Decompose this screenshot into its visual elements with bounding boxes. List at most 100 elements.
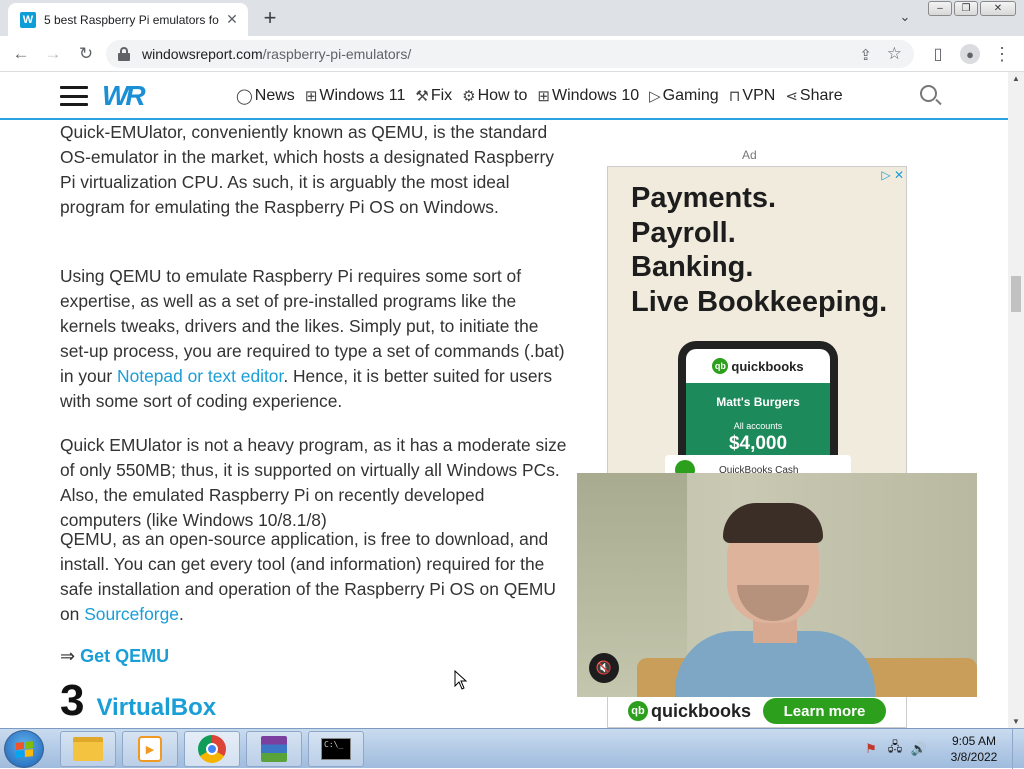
hamburger-menu-icon[interactable] xyxy=(60,86,88,106)
ad-headline-line: Payments. xyxy=(631,182,777,214)
wrench-icon: ⚒ xyxy=(415,88,429,105)
tab-title: 5 best Raspberry Pi emulators fo xyxy=(44,12,219,27)
phone-brand: qb quickbooks xyxy=(686,349,830,383)
gear-icon: ⚙ xyxy=(462,88,476,105)
action-center-flag-icon[interactable]: ⚑ xyxy=(862,741,880,757)
show-desktop-button[interactable] xyxy=(1012,729,1024,769)
lock-icon: ⊓ xyxy=(728,88,741,105)
bookmark-star-icon[interactable]: ☆ xyxy=(887,44,902,64)
scrollbar-thumb[interactable] xyxy=(1011,276,1021,312)
play-icon: ▷ xyxy=(649,88,661,105)
nav-label: News xyxy=(254,87,295,104)
get-qemu-row: ⇒ Get QEMU xyxy=(60,644,169,669)
window-close-button[interactable]: ✕ xyxy=(980,1,1016,16)
section-title-link[interactable]: VirtualBox xyxy=(96,695,216,720)
windows-logo-icon xyxy=(15,740,33,758)
ad-headline-line: Banking. xyxy=(631,251,754,283)
back-arrow-icon[interactable]: ← xyxy=(9,42,33,66)
windows-grid-icon: ⊞ xyxy=(537,88,550,105)
start-button[interactable] xyxy=(4,730,44,768)
paragraph: Quick-EMUlator, conveniently known as QE… xyxy=(60,122,554,217)
phone-company: Matt's Burgers xyxy=(716,395,800,409)
command-prompt-icon: C:\_ xyxy=(321,738,351,760)
winrar-icon xyxy=(261,736,287,762)
tab-search-chevron-icon[interactable]: ⌄ xyxy=(894,8,916,26)
get-qemu-link[interactable]: Get QEMU xyxy=(80,646,169,666)
nav-label: Gaming xyxy=(662,87,719,104)
paragraph: Quick EMUlator is not a heavy program, a… xyxy=(60,435,567,530)
nav-fix[interactable]: ⚒ Fix xyxy=(415,87,452,105)
reload-icon[interactable]: ↻ xyxy=(74,42,98,66)
clock[interactable]: 9:05 AM 3/8/2022 xyxy=(936,733,1012,765)
muted-speaker-icon[interactable]: 🔇 xyxy=(589,653,619,683)
nav-label: Windows 11 xyxy=(319,87,406,104)
profile-avatar-icon[interactable]: ● xyxy=(958,42,982,66)
video-person-hair xyxy=(723,503,823,543)
nav-gaming[interactable]: ▷ Gaming xyxy=(649,87,719,105)
site-favicon-icon: W xyxy=(20,11,36,28)
taskbar-media-player-button[interactable]: ▶ xyxy=(122,731,178,767)
url-path: /raspberry-pi-emulators/ xyxy=(262,46,412,62)
nav-windows-10[interactable]: ⊞ Windows 10 xyxy=(537,87,639,105)
nav-share[interactable]: ⋖ Share xyxy=(785,87,842,105)
phone-accounts: All accounts xyxy=(733,421,783,431)
chrome-icon xyxy=(198,735,226,763)
nav-how-to[interactable]: ⚙ How to xyxy=(462,87,527,105)
site-nav: ◯ News ⊞ Windows 11 ⚒ Fix ⚙ How to ⊞ Windows … xyxy=(236,72,853,120)
phone-brand-text: quickbooks xyxy=(731,358,804,374)
section-number: 3 xyxy=(60,676,85,725)
ad-headline: Payments. Payroll. Banking. Live Bookkee… xyxy=(631,181,887,319)
ad-headline-line: Live Bookkeeping. xyxy=(631,285,888,318)
browser-tab[interactable]: W 5 best Raspberry Pi emulators fo ✕ xyxy=(8,3,248,36)
tab-strip: W 5 best Raspberry Pi emulators fo ✕ + ⌄… xyxy=(0,0,1024,36)
share-icon: ⋖ xyxy=(785,88,798,105)
volume-icon[interactable]: 🔊 xyxy=(910,741,928,757)
window-minimize-button[interactable]: – xyxy=(928,1,952,16)
scroll-up-arrow-icon[interactable]: ▲ xyxy=(1012,74,1020,83)
ad-logo-text: quickbooks xyxy=(651,700,752,721)
quickbooks-logo-icon: qb xyxy=(628,701,648,721)
share-page-icon[interactable]: ⇪ xyxy=(859,46,872,64)
media-player-icon: ▶ xyxy=(138,736,162,762)
network-icon[interactable]: 🖧 xyxy=(886,739,904,757)
url-host: windowsreport.com xyxy=(142,46,263,62)
page-viewport: WR ◯ News ⊞ Windows 11 ⚒ Fix ⚙ How to ⊞ Windo… xyxy=(0,72,1008,728)
lock-icon[interactable] xyxy=(118,47,130,61)
nav-vpn[interactable]: ⊓ VPN xyxy=(729,87,776,105)
paragraph-text: . xyxy=(178,604,184,624)
windows-grid-icon: ⊞ xyxy=(304,88,318,105)
site-header: WR ◯ News ⊞ Windows 11 ⚒ Fix ⚙ How to ⊞ Windo… xyxy=(0,72,1008,120)
taskbar: ▶ C:\_ ⚑ 🖧 🔊 9:05 AM 3/8/2022 xyxy=(0,728,1024,769)
nav-news[interactable]: ◯ News xyxy=(236,87,295,105)
clock-time: 9:05 AM xyxy=(951,734,997,748)
nav-label: VPN xyxy=(742,87,776,104)
video-player[interactable]: 🔇 xyxy=(577,473,977,697)
window-restore-button[interactable]: ❐ xyxy=(954,1,978,16)
learn-more-button[interactable]: Learn more xyxy=(763,698,886,724)
site-logo[interactable]: WR xyxy=(102,80,146,112)
paragraph: Using QEMU to emulate Raspberry Pi requi… xyxy=(60,264,570,414)
scroll-down-arrow-icon[interactable]: ▼ xyxy=(1012,717,1020,726)
ad-choices-icon[interactable]: ▷ ✕ xyxy=(881,168,904,182)
search-icon[interactable] xyxy=(920,85,942,107)
taskbar-chrome-button[interactable] xyxy=(184,731,240,767)
address-bar[interactable]: windowsreport.com/raspberry-pi-emulators… xyxy=(106,40,914,68)
side-panel-icon[interactable]: ▯ xyxy=(926,42,950,66)
folder-icon xyxy=(73,737,103,761)
browser-menu-icon[interactable]: ⋮ xyxy=(990,42,1014,66)
tab-close-icon[interactable]: ✕ xyxy=(224,11,240,28)
notepad-link[interactable]: Notepad or text editor xyxy=(117,366,283,386)
taskbar-explorer-button[interactable] xyxy=(60,731,116,767)
taskbar-cmd-button[interactable]: C:\_ xyxy=(308,731,364,767)
page-scrollbar[interactable]: ▲ ▼ xyxy=(1008,72,1024,728)
taskbar-winrar-button[interactable] xyxy=(246,731,302,767)
chat-bubble-icon: ◯ xyxy=(236,88,253,105)
forward-arrow-icon[interactable]: → xyxy=(41,42,65,66)
phone-amount: $4,000 xyxy=(728,433,788,454)
new-tab-button[interactable]: + xyxy=(258,5,282,30)
sourceforge-link[interactable]: Sourceforge xyxy=(84,604,179,624)
system-tray: ⚑ 🖧 🔊 xyxy=(862,729,934,769)
mouse-cursor-icon xyxy=(454,670,468,690)
paragraph: QEMU, as an open-source application, is … xyxy=(60,527,570,627)
nav-windows-11[interactable]: ⊞ Windows 11 xyxy=(305,87,406,105)
